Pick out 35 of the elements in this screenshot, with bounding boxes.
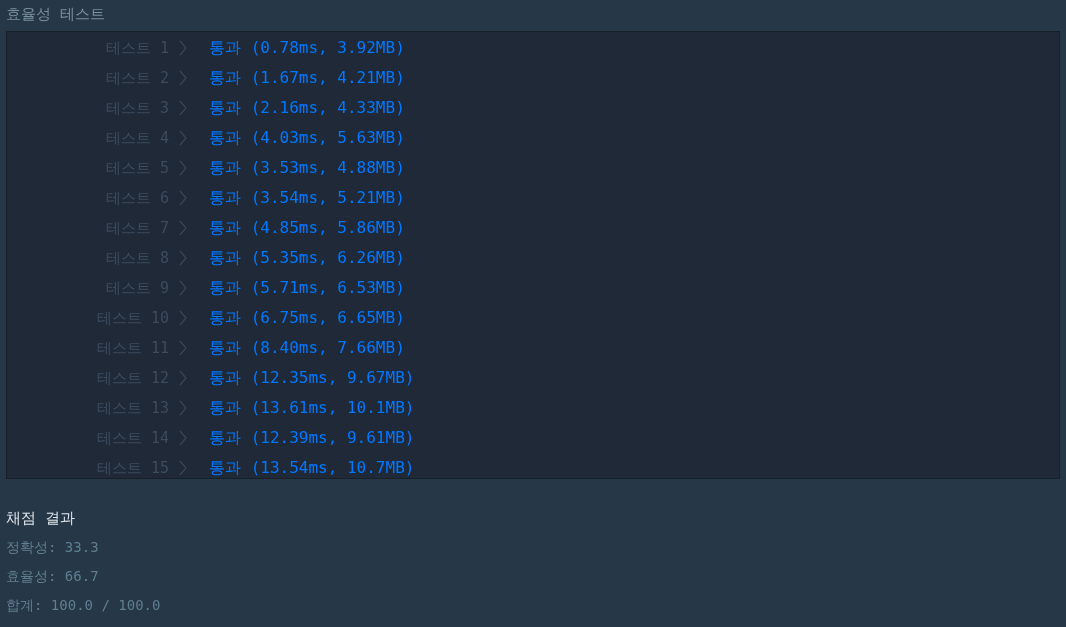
chevron-icon (179, 220, 187, 236)
test-result: 통과 (2.16ms, 4.33MB) (209, 97, 405, 119)
section-title: 효율성 테스트 (5, 4, 106, 25)
test-result: 통과 (5.35ms, 6.26MB) (209, 247, 405, 269)
chevron-icon (179, 280, 187, 296)
test-result: 통과 (12.39ms, 9.61MB) (209, 427, 415, 449)
test-result: 통과 (5.71ms, 6.53MB) (209, 277, 405, 299)
chevron-icon (179, 100, 187, 116)
test-result: 통과 (12.35ms, 9.67MB) (209, 367, 415, 389)
chevron-icon (179, 370, 187, 386)
chevron-icon (179, 130, 187, 146)
chevron-icon (179, 190, 187, 206)
test-result: 통과 (6.75ms, 6.65MB) (209, 307, 405, 329)
chevron-icon (179, 340, 187, 356)
score-line: 효율성: 66.7 (5, 567, 99, 585)
chevron-icon (179, 70, 187, 86)
chevron-icon (179, 400, 187, 416)
score-line: 합계: 100.0 / 100.0 (5, 596, 161, 614)
test-result: 통과 (8.40ms, 7.66MB) (209, 337, 405, 359)
grading-title: 채점 결과 (5, 508, 76, 529)
test-result: 통과 (3.54ms, 5.21MB) (209, 187, 405, 209)
test-result: 통과 (0.78ms, 3.92MB) (209, 37, 405, 59)
chevron-icon (179, 40, 187, 56)
test-result: 통과 (1.67ms, 4.21MB) (209, 67, 405, 89)
chevron-icon (179, 460, 187, 476)
test-result: 통과 (4.85ms, 5.86MB) (209, 217, 405, 239)
test-result: 통과 (3.53ms, 4.88MB) (209, 157, 405, 179)
test-result: 통과 (4.03ms, 5.63MB) (209, 127, 405, 149)
test-result: 통과 (13.61ms, 10.1MB) (209, 397, 415, 419)
test-result: 통과 (13.54ms, 10.7MB) (209, 457, 415, 479)
chevron-icon (179, 250, 187, 266)
chevron-icon (179, 430, 187, 446)
chevron-icon (179, 160, 187, 176)
score-line: 정확성: 33.3 (5, 538, 99, 556)
chevron-icon (179, 310, 187, 326)
